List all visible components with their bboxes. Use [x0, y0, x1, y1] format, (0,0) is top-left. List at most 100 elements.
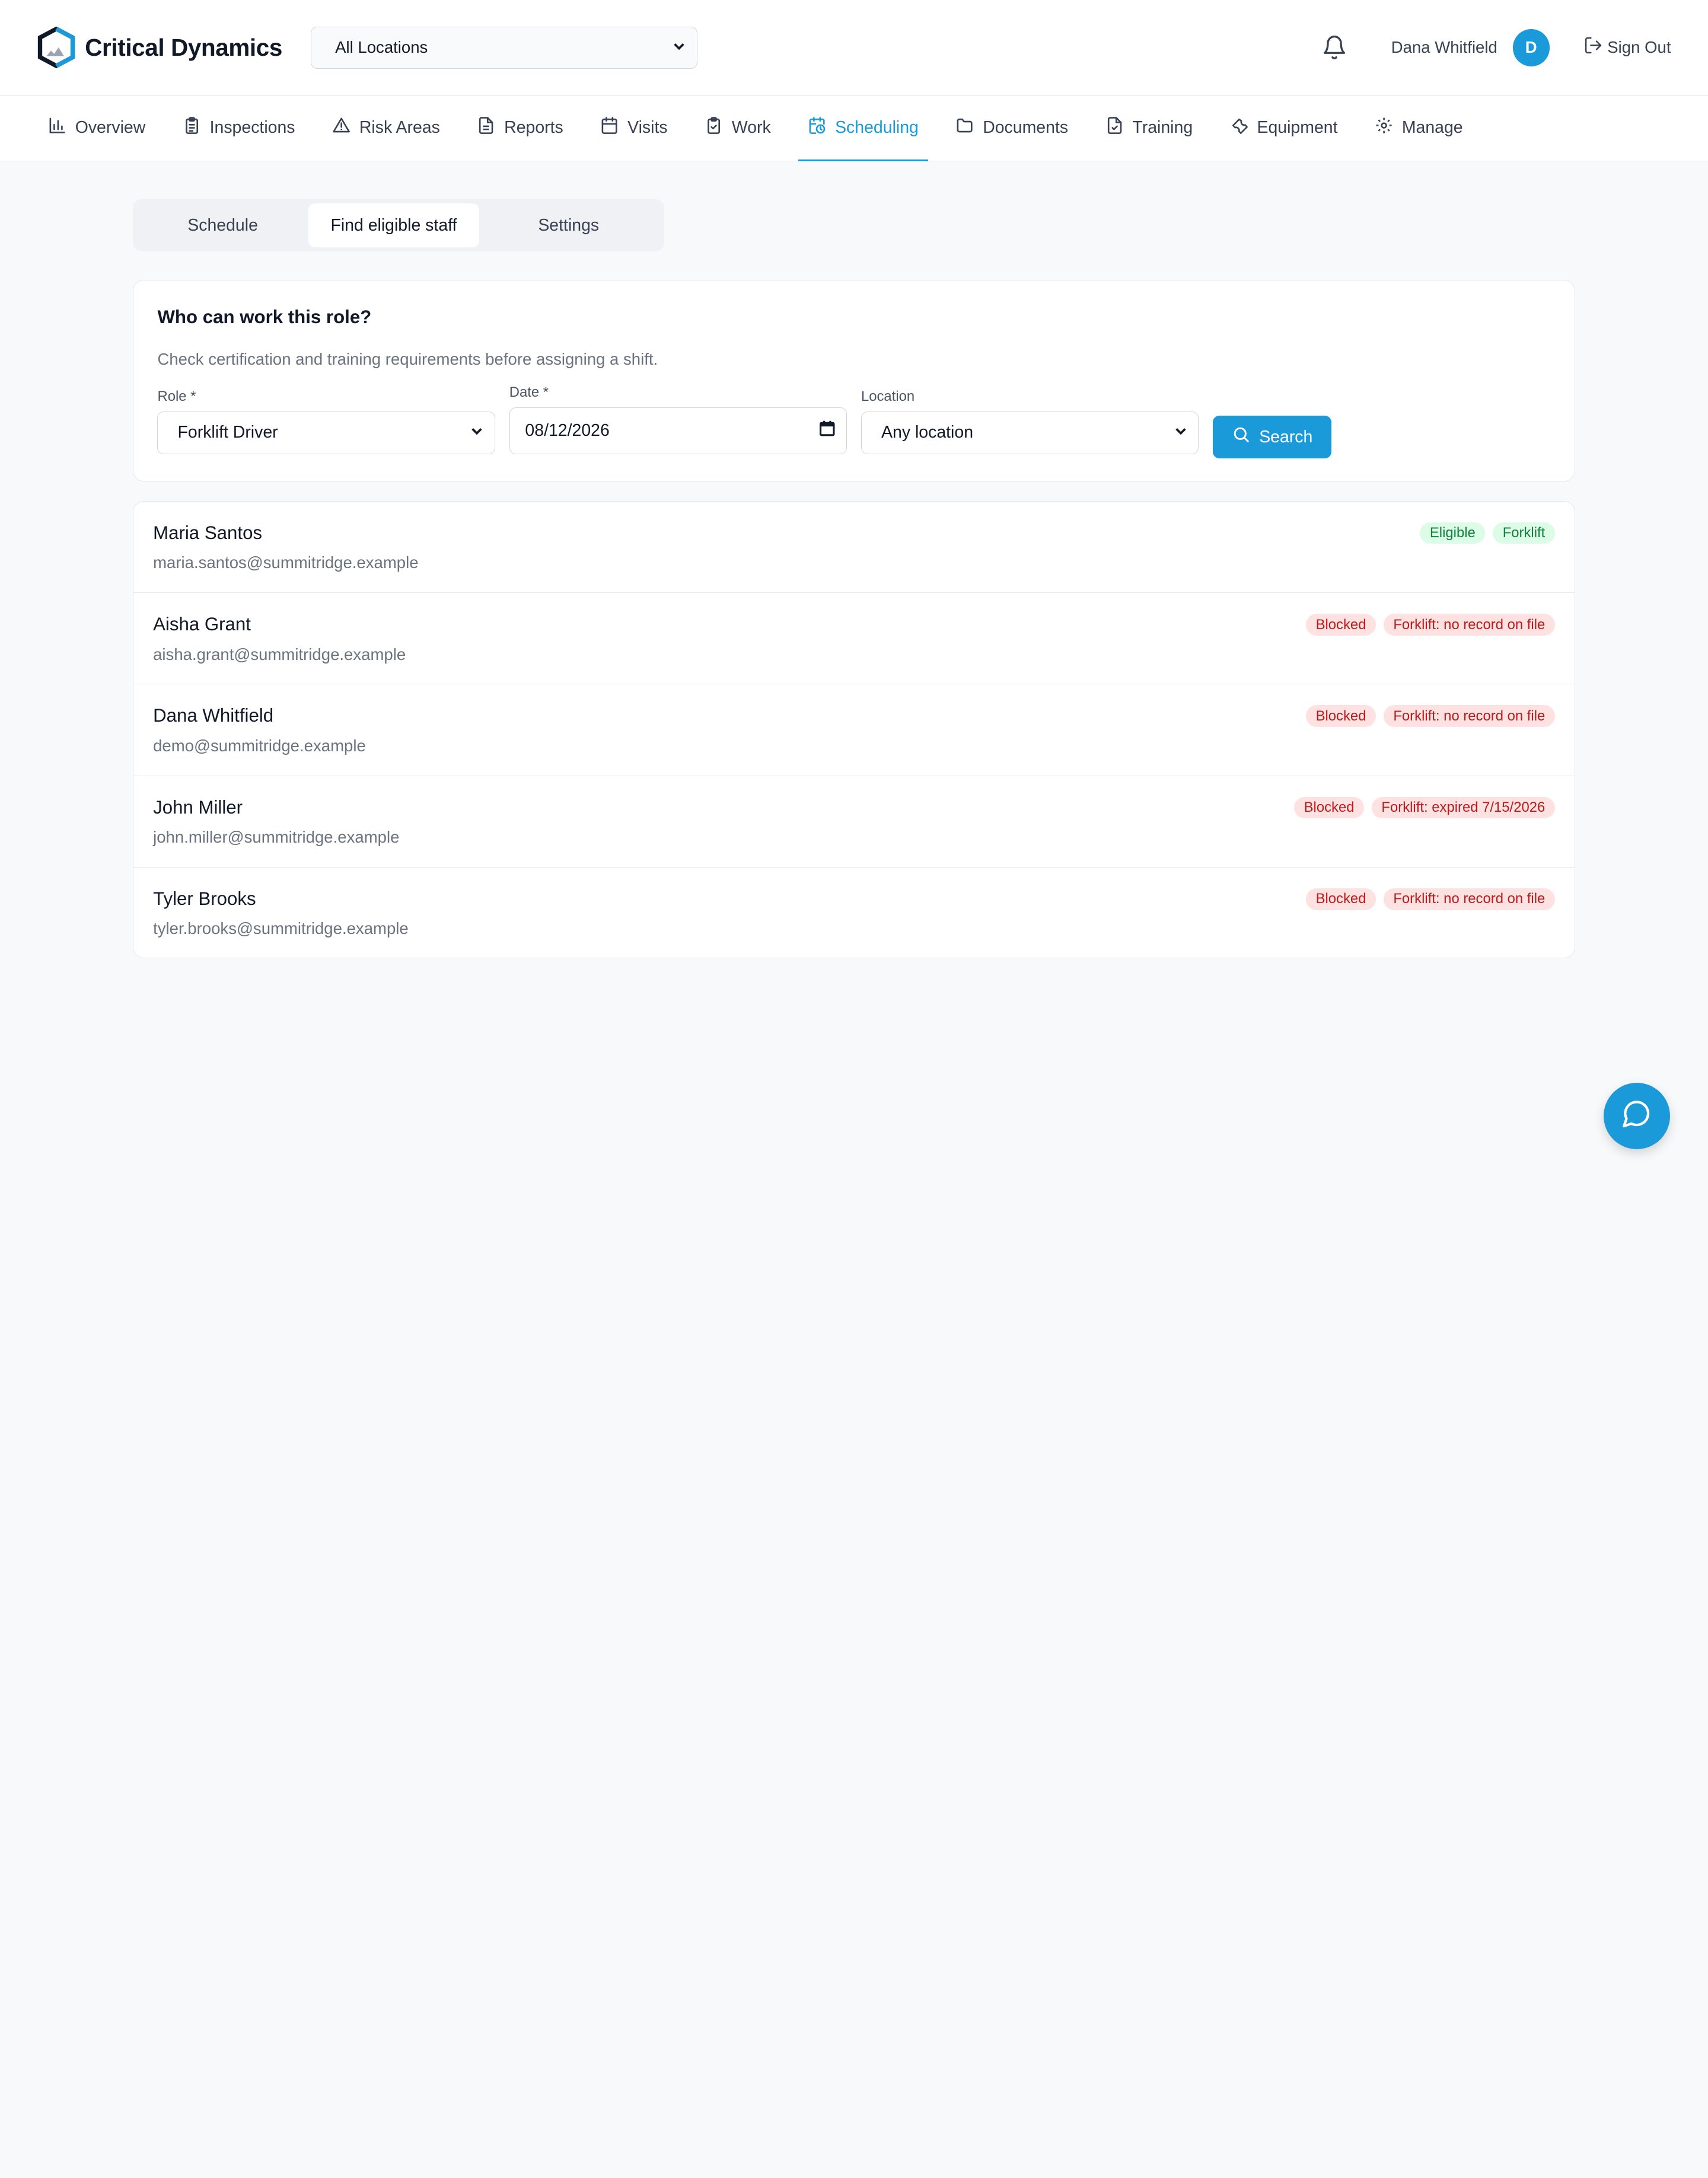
role-select[interactable]: Forklift Driver	[157, 411, 495, 454]
status-badge: Blocked	[1306, 614, 1376, 636]
staff-email: aisha.grant@summitridge.example	[153, 645, 406, 664]
staff-name: Aisha Grant	[153, 614, 251, 635]
tab-find-eligible-staff[interactable]: Find eligible staff	[308, 203, 480, 247]
staff-email: john.miller@summitridge.example	[153, 828, 400, 847]
tab-schedule[interactable]: Schedule	[137, 203, 308, 247]
clipboard-list-icon	[183, 116, 201, 139]
location-field: Location Any location	[861, 388, 1199, 454]
staff-name: Tyler Brooks	[153, 888, 256, 909]
staff-email: demo@summitridge.example	[153, 736, 366, 755]
nav-label: Overview	[75, 117, 146, 137]
location-label: Location	[861, 388, 915, 404]
calendar-picker-icon[interactable]	[819, 420, 836, 441]
avatar[interactable]: D	[1512, 29, 1550, 66]
search-button-label: Search	[1259, 427, 1313, 447]
tab-settings[interactable]: Settings	[479, 203, 658, 247]
sign-out-label: Sign Out	[1607, 38, 1671, 57]
user-name[interactable]: Dana Whitfield	[1391, 38, 1497, 57]
nav-label: Inspections	[209, 117, 295, 137]
list-item[interactable]: Aisha Grant aisha.grant@summitridge.exam…	[133, 593, 1575, 685]
nav-item-documents[interactable]: Documents	[946, 96, 1078, 161]
nav-item-manage[interactable]: Manage	[1365, 96, 1473, 161]
list-item[interactable]: John Miller john.miller@summitridge.exam…	[133, 776, 1575, 868]
date-field: Date * 08/12/2026	[509, 384, 847, 454]
company-logo-icon	[37, 27, 76, 69]
nav-label: Manage	[1401, 117, 1463, 137]
chevron-down-icon	[1174, 423, 1187, 442]
main-nav: Overview Inspections Risk Areas Reports …	[0, 95, 1708, 161]
log-out-icon	[1583, 36, 1603, 59]
chat-button[interactable]	[1603, 1082, 1670, 1149]
app-name: Critical Dynamics	[85, 33, 282, 61]
list-item[interactable]: Tyler Brooks tyler.brooks@summitridge.ex…	[133, 868, 1575, 958]
nav-label: Work	[731, 117, 771, 137]
certification-badge: Forklift: no record on file	[1383, 888, 1555, 910]
clipboard-check-icon	[705, 116, 723, 139]
staff-email: maria.santos@summitridge.example	[153, 553, 419, 572]
nav-label: Equipment	[1257, 117, 1338, 137]
nav-item-visits[interactable]: Visits	[591, 96, 677, 161]
nav-item-inspections[interactable]: Inspections	[173, 96, 305, 161]
status-badge: Blocked	[1306, 888, 1376, 910]
status-badge: Blocked	[1294, 796, 1365, 819]
certification-badge: Forklift: no record on file	[1383, 705, 1555, 728]
nav-item-work[interactable]: Work	[694, 96, 780, 161]
date-input-value: 08/12/2026	[525, 420, 610, 440]
certification-badge: Forklift	[1493, 522, 1555, 544]
warning-triangle-icon	[332, 116, 350, 139]
card-subtitle: Check certification and training require…	[157, 349, 658, 368]
staff-email: tyler.brooks@summitridge.example	[153, 919, 409, 938]
date-label: Date *	[509, 384, 549, 400]
certification-badge: Forklift: expired 7/15/2026	[1371, 796, 1555, 819]
chevron-down-icon	[673, 38, 686, 57]
date-input[interactable]: 08/12/2026	[509, 407, 847, 454]
staff-name: John Miller	[153, 796, 243, 818]
chevron-down-icon	[470, 423, 483, 442]
nav-item-risk-areas[interactable]: Risk Areas	[322, 96, 450, 161]
sign-out-button[interactable]: Sign Out	[1583, 36, 1671, 59]
status-badge: Eligible	[1420, 522, 1486, 544]
status-badge: Blocked	[1306, 705, 1376, 728]
location-filter-select[interactable]: Any location	[861, 411, 1199, 454]
file-check-icon	[1105, 116, 1124, 139]
role-select-value: Forklift Driver	[177, 423, 278, 442]
scheduling-subtabs: Schedule Find eligible staff Settings	[133, 199, 665, 252]
location-filter-value: Any location	[881, 423, 974, 442]
staff-name: Maria Santos	[153, 522, 263, 543]
nav-item-training[interactable]: Training	[1095, 96, 1203, 161]
bar-chart-icon	[48, 116, 66, 139]
nav-label: Documents	[983, 117, 1069, 137]
location-select[interactable]: All Locations	[310, 26, 697, 69]
list-item[interactable]: Dana Whitfield demo@summitridge.example …	[133, 684, 1575, 776]
nav-item-scheduling[interactable]: Scheduling	[798, 96, 929, 161]
nav-label: Risk Areas	[359, 117, 440, 137]
nav-item-reports[interactable]: Reports	[467, 96, 573, 161]
role-label: Role *	[157, 388, 196, 404]
search-button[interactable]: Search	[1213, 416, 1332, 458]
nav-label: Reports	[504, 117, 563, 137]
calendar-icon	[600, 116, 619, 139]
gear-icon	[1375, 116, 1393, 139]
search-form: Role * Forklift Driver Date * 08/12/2026…	[157, 384, 1550, 458]
top-bar: Critical Dynamics All Locations Dana Whi…	[0, 0, 1708, 96]
file-text-icon	[477, 116, 495, 139]
eligibility-results-list: Maria Santos maria.santos@summitridge.ex…	[133, 500, 1575, 959]
notifications-bell-icon[interactable]	[1321, 34, 1347, 60]
staff-name: Dana Whitfield	[153, 705, 274, 726]
role-field: Role * Forklift Driver	[157, 388, 495, 454]
wrench-icon	[1230, 116, 1248, 139]
list-item[interactable]: Maria Santos maria.santos@summitridge.ex…	[133, 502, 1575, 594]
nav-label: Scheduling	[835, 117, 919, 137]
folder-icon	[955, 116, 974, 139]
card-title: Who can work this role?	[157, 307, 372, 328]
nav-label: Training	[1132, 117, 1193, 137]
nav-item-overview[interactable]: Overview	[38, 96, 155, 161]
calendar-clock-icon	[808, 116, 826, 139]
search-icon	[1232, 425, 1250, 448]
location-select-value: All Locations	[335, 38, 428, 57]
brand[interactable]: Critical Dynamics	[37, 27, 282, 69]
certification-badge: Forklift: no record on file	[1383, 614, 1555, 636]
chat-bubble-icon	[1621, 1098, 1652, 1133]
eligibility-search-card: Who can work this role? Check certificat…	[133, 280, 1575, 481]
nav-item-equipment[interactable]: Equipment	[1220, 96, 1347, 161]
